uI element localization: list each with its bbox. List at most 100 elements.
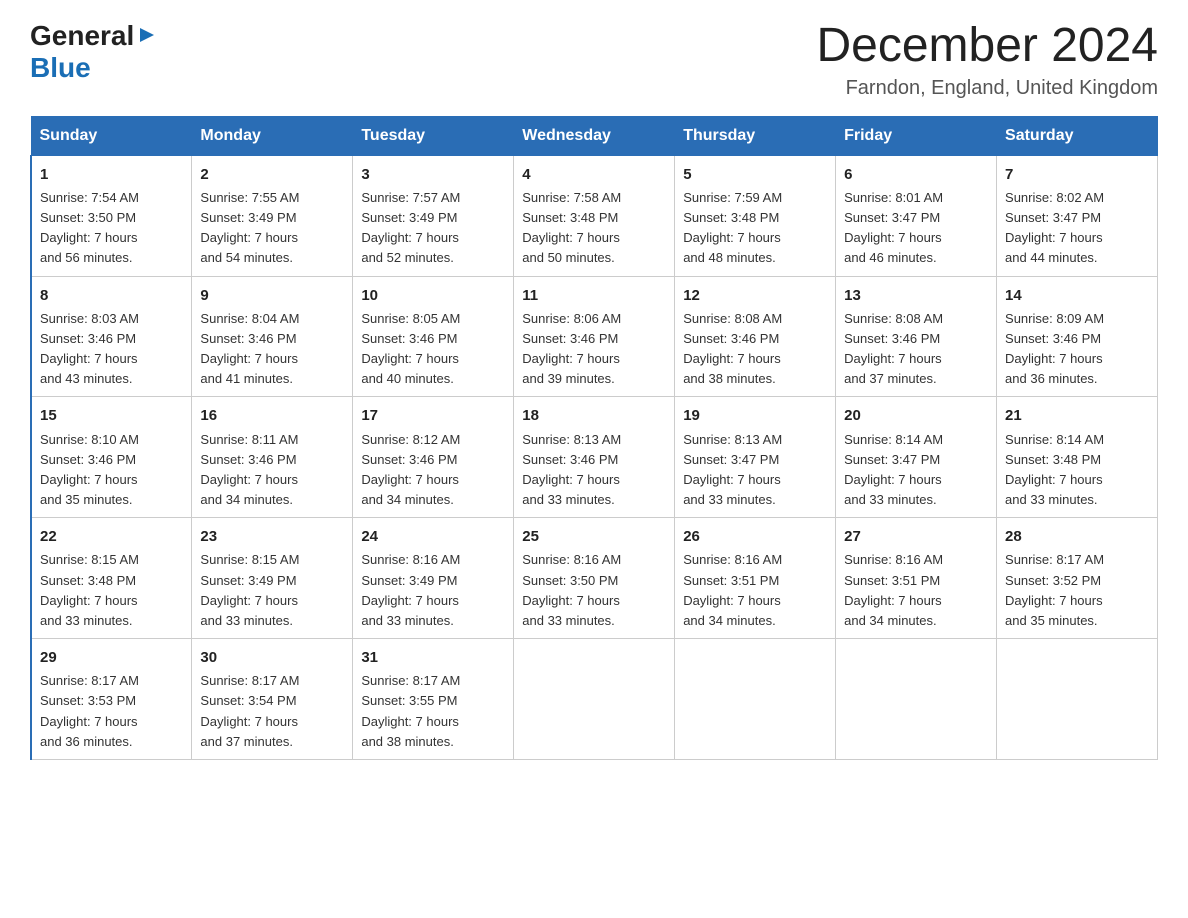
- location: Farndon, England, United Kingdom: [816, 77, 1158, 100]
- day-number: 21: [1005, 404, 1149, 427]
- day-number: 8: [40, 284, 183, 307]
- calendar-cell: 23Sunrise: 8:15 AMSunset: 3:49 PMDayligh…: [192, 518, 353, 639]
- day-number: 20: [844, 404, 988, 427]
- calendar-cell: 14Sunrise: 8:09 AMSunset: 3:46 PMDayligh…: [997, 276, 1158, 397]
- day-info: Sunrise: 8:16 AMSunset: 3:50 PMDaylight:…: [522, 550, 666, 631]
- day-info: Sunrise: 7:58 AMSunset: 3:48 PMDaylight:…: [522, 188, 666, 269]
- day-number: 30: [200, 646, 344, 669]
- calendar-cell: 31Sunrise: 8:17 AMSunset: 3:55 PMDayligh…: [353, 639, 514, 760]
- day-info: Sunrise: 8:14 AMSunset: 3:48 PMDaylight:…: [1005, 430, 1149, 511]
- calendar-cell: [514, 639, 675, 760]
- calendar-week-row: 8Sunrise: 8:03 AMSunset: 3:46 PMDaylight…: [31, 276, 1158, 397]
- day-number: 10: [361, 284, 505, 307]
- calendar-week-row: 22Sunrise: 8:15 AMSunset: 3:48 PMDayligh…: [31, 518, 1158, 639]
- day-info: Sunrise: 7:59 AMSunset: 3:48 PMDaylight:…: [683, 188, 827, 269]
- day-info: Sunrise: 8:05 AMSunset: 3:46 PMDaylight:…: [361, 309, 505, 390]
- weekday-header-saturday: Saturday: [997, 116, 1158, 155]
- day-info: Sunrise: 8:17 AMSunset: 3:52 PMDaylight:…: [1005, 550, 1149, 631]
- calendar-cell: 21 Sunrise: 8:14 AMSunset: 3:48 PMDayligh…: [997, 397, 1158, 518]
- calendar-cell: [836, 639, 997, 760]
- calendar-cell: 8Sunrise: 8:03 AMSunset: 3:46 PMDaylight…: [31, 276, 192, 397]
- weekday-header-row: SundayMondayTuesdayWednesdayThursdayFrid…: [31, 116, 1158, 155]
- day-number: 2: [200, 163, 344, 186]
- calendar-cell: [997, 639, 1158, 760]
- day-info: Sunrise: 8:17 AMSunset: 3:55 PMDaylight:…: [361, 671, 505, 752]
- day-info: Sunrise: 8:08 AMSunset: 3:46 PMDaylight:…: [683, 309, 827, 390]
- day-number: 14: [1005, 284, 1149, 307]
- day-number: 3: [361, 163, 505, 186]
- day-info: Sunrise: 8:03 AMSunset: 3:46 PMDaylight:…: [40, 309, 183, 390]
- calendar-cell: 20 Sunrise: 8:14 AMSunset: 3:47 PMDayligh…: [836, 397, 997, 518]
- day-number: 18: [522, 404, 666, 427]
- calendar-week-row: 15Sunrise: 8:10 AMSunset: 3:46 PMDayligh…: [31, 397, 1158, 518]
- calendar-table: SundayMondayTuesdayWednesdayThursdayFrid…: [30, 116, 1158, 760]
- day-number: 26: [683, 525, 827, 548]
- day-number: 31: [361, 646, 505, 669]
- calendar-cell: 17 Sunrise: 8:12 AMSunset: 3:46 PMDayligh…: [353, 397, 514, 518]
- day-number: 24: [361, 525, 505, 548]
- weekday-header-thursday: Thursday: [675, 116, 836, 155]
- day-number: 23: [200, 525, 344, 548]
- calendar-cell: 5Sunrise: 7:59 AMSunset: 3:48 PMDaylight…: [675, 155, 836, 276]
- day-info: Sunrise: 8:17 AMSunset: 3:54 PMDaylight:…: [200, 671, 344, 752]
- day-info: Sunrise: 8:01 AMSunset: 3:47 PMDaylight:…: [844, 188, 988, 269]
- day-number: 11: [522, 284, 666, 307]
- calendar-cell: 30Sunrise: 8:17 AMSunset: 3:54 PMDayligh…: [192, 639, 353, 760]
- calendar-cell: 28Sunrise: 8:17 AMSunset: 3:52 PMDayligh…: [997, 518, 1158, 639]
- calendar-cell: 18 Sunrise: 8:13 AMSunset: 3:46 PMDayligh…: [514, 397, 675, 518]
- calendar-cell: 2Sunrise: 7:55 AMSunset: 3:49 PMDaylight…: [192, 155, 353, 276]
- logo-blue-text: Blue: [30, 52, 91, 84]
- day-info: Sunrise: 8:04 AMSunset: 3:46 PMDaylight:…: [200, 309, 344, 390]
- calendar-cell: 10Sunrise: 8:05 AMSunset: 3:46 PMDayligh…: [353, 276, 514, 397]
- day-number: 9: [200, 284, 344, 307]
- calendar-cell: 1Sunrise: 7:54 AMSunset: 3:50 PMDaylight…: [31, 155, 192, 276]
- day-number: 28: [1005, 525, 1149, 548]
- calendar-cell: 26Sunrise: 8:16 AMSunset: 3:51 PMDayligh…: [675, 518, 836, 639]
- day-info: Sunrise: 8:02 AMSunset: 3:47 PMDaylight:…: [1005, 188, 1149, 269]
- logo: General Blue: [30, 20, 158, 84]
- day-number: 15: [40, 404, 183, 427]
- day-number: 17: [361, 404, 505, 427]
- day-info: Sunrise: 8:16 AMSunset: 3:51 PMDaylight:…: [844, 550, 988, 631]
- day-info: Sunrise: 7:57 AMSunset: 3:49 PMDaylight:…: [361, 188, 505, 269]
- day-info: Sunrise: 7:54 AMSunset: 3:50 PMDaylight:…: [40, 188, 183, 269]
- day-info: Sunrise: 8:06 AMSunset: 3:46 PMDaylight:…: [522, 309, 666, 390]
- calendar-cell: 4Sunrise: 7:58 AMSunset: 3:48 PMDaylight…: [514, 155, 675, 276]
- day-number: 5: [683, 163, 827, 186]
- day-info: Sunrise: 8:12 AMSunset: 3:46 PMDaylight:…: [361, 430, 505, 511]
- day-number: 6: [844, 163, 988, 186]
- weekday-header-tuesday: Tuesday: [353, 116, 514, 155]
- calendar-cell: 6Sunrise: 8:01 AMSunset: 3:47 PMDaylight…: [836, 155, 997, 276]
- day-info: Sunrise: 8:13 AMSunset: 3:47 PMDaylight:…: [683, 430, 827, 511]
- day-number: 29: [40, 646, 183, 669]
- calendar-week-row: 1Sunrise: 7:54 AMSunset: 3:50 PMDaylight…: [31, 155, 1158, 276]
- day-info: Sunrise: 8:14 AMSunset: 3:47 PMDaylight:…: [844, 430, 988, 511]
- weekday-header-wednesday: Wednesday: [514, 116, 675, 155]
- calendar-cell: 27Sunrise: 8:16 AMSunset: 3:51 PMDayligh…: [836, 518, 997, 639]
- calendar-cell: 29Sunrise: 8:17 AMSunset: 3:53 PMDayligh…: [31, 639, 192, 760]
- calendar-cell: 12Sunrise: 8:08 AMSunset: 3:46 PMDayligh…: [675, 276, 836, 397]
- day-number: 16: [200, 404, 344, 427]
- day-info: Sunrise: 8:13 AMSunset: 3:46 PMDaylight:…: [522, 430, 666, 511]
- calendar-cell: 16 Sunrise: 8:11 AMSunset: 3:46 PMDayligh…: [192, 397, 353, 518]
- calendar-cell: 13Sunrise: 8:08 AMSunset: 3:46 PMDayligh…: [836, 276, 997, 397]
- day-number: 22: [40, 525, 183, 548]
- title-section: December 2024 Farndon, England, United K…: [816, 20, 1158, 100]
- day-info: Sunrise: 7:55 AMSunset: 3:49 PMDaylight:…: [200, 188, 344, 269]
- calendar-cell: 22Sunrise: 8:15 AMSunset: 3:48 PMDayligh…: [31, 518, 192, 639]
- logo-general-text: General: [30, 20, 134, 52]
- page-header: General Blue December 2024 Farndon, Engl…: [30, 20, 1158, 100]
- day-info: Sunrise: 8:11 AMSunset: 3:46 PMDaylight:…: [200, 430, 344, 511]
- calendar-cell: 15Sunrise: 8:10 AMSunset: 3:46 PMDayligh…: [31, 397, 192, 518]
- day-number: 19: [683, 404, 827, 427]
- calendar-cell: 24Sunrise: 8:16 AMSunset: 3:49 PMDayligh…: [353, 518, 514, 639]
- day-number: 4: [522, 163, 666, 186]
- logo-arrow-icon: [136, 24, 158, 46]
- weekday-header-friday: Friday: [836, 116, 997, 155]
- calendar-cell: 3Sunrise: 7:57 AMSunset: 3:49 PMDaylight…: [353, 155, 514, 276]
- day-info: Sunrise: 8:15 AMSunset: 3:49 PMDaylight:…: [200, 550, 344, 631]
- calendar-week-row: 29Sunrise: 8:17 AMSunset: 3:53 PMDayligh…: [31, 639, 1158, 760]
- calendar-cell: 11Sunrise: 8:06 AMSunset: 3:46 PMDayligh…: [514, 276, 675, 397]
- day-info: Sunrise: 8:17 AMSunset: 3:53 PMDaylight:…: [40, 671, 183, 752]
- calendar-cell: 9Sunrise: 8:04 AMSunset: 3:46 PMDaylight…: [192, 276, 353, 397]
